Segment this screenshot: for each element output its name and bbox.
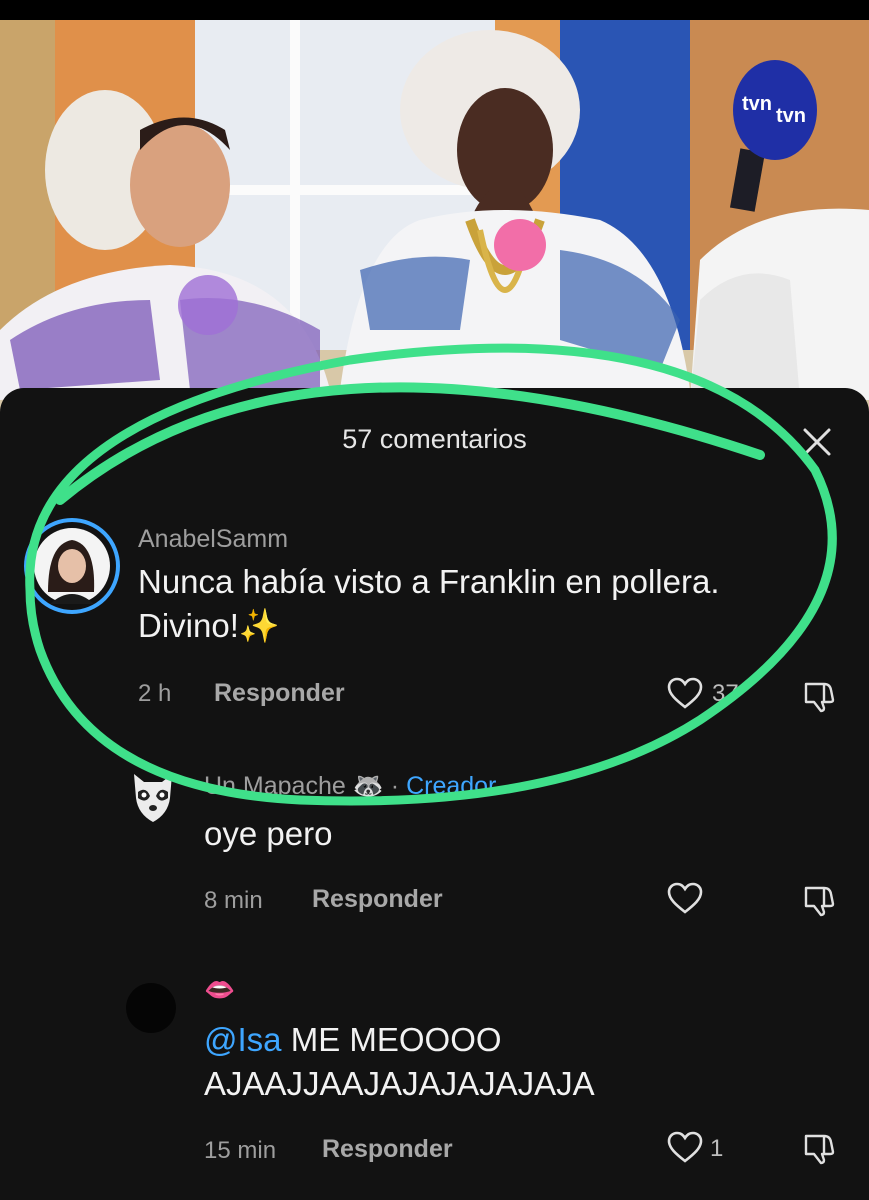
like-count: 37 [712,680,739,707]
heart-icon [667,882,703,914]
mic-logo: tvn [742,93,772,115]
comment-text-line2: AJAAJJAAJAJAJAJAJAJA [204,1065,595,1102]
video-scene: tvn tvn [0,0,869,420]
close-icon [803,428,831,456]
heart-icon [667,677,703,709]
mention-link[interactable]: @Isa [204,1021,282,1058]
comment-text-line1: ME MEOOOO [281,1021,502,1058]
close-button[interactable] [799,424,835,460]
comment-username[interactable]: Un Mapache 🦝 · Creador [204,772,496,801]
reply-button[interactable]: Responder [312,885,443,914]
dislike-button[interactable] [802,678,838,719]
avatar[interactable] [126,983,176,1033]
comment-text: @Isa ME MEOOOO AJAAJJAAJAJAJAJAJAJA [204,1018,844,1106]
heart-icon [667,1131,703,1163]
comment-text: Nunca había visto a Franklin en pollera.… [138,563,720,644]
mic-logo: tvn [776,105,806,127]
avatar-ring[interactable] [24,518,120,614]
comment-text: oye pero [204,815,333,852]
thumbs-down-icon [804,886,835,917]
dislike-button[interactable] [802,882,838,923]
comments-count-title: 57 comentarios [342,424,527,454]
thumbs-down-icon [804,682,835,713]
thumbs-down-icon [804,1134,835,1165]
reply-button[interactable]: Responder [322,1135,453,1164]
avatar [34,528,110,604]
like-count: 1 [710,1135,724,1162]
comment-username[interactable]: 👄 [204,976,235,1005]
reply-button[interactable]: Responder [214,679,345,708]
like-button[interactable] [666,881,704,920]
comment-time: 2 h [138,680,172,707]
username-text: Un Mapache 🦝 [204,772,384,800]
like-button[interactable] [666,676,704,715]
comments-sheet: 57 comentarios AnabelSamm Nunca había vi… [0,388,869,1200]
comment-time: 15 min [204,1137,277,1164]
dislike-button[interactable] [802,1130,838,1171]
video-still: tvn tvn [0,0,869,420]
comment-username[interactable]: AnabelSamm [138,525,288,554]
avatar[interactable] [130,768,176,824]
creator-badge: Creador [406,772,497,800]
creator-separator: · [390,772,400,800]
raccoon-icon [134,774,172,822]
like-button[interactable] [666,1130,704,1169]
comment-time: 8 min [204,887,263,914]
